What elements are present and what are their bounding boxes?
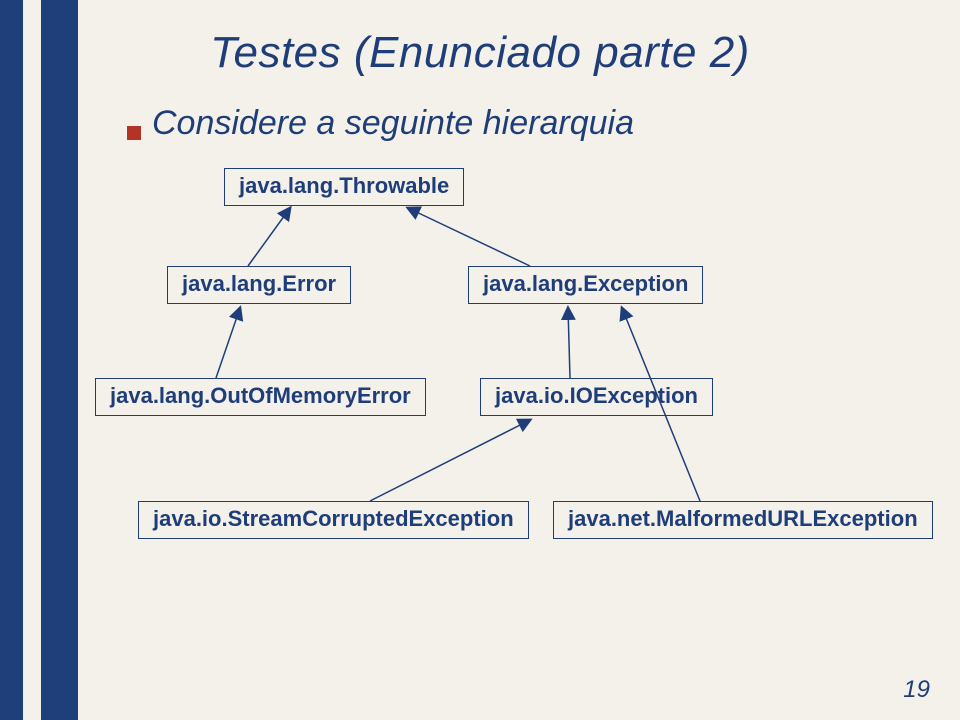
node-throwable: java.lang.Throwable	[224, 168, 464, 206]
page-number: 19	[903, 676, 930, 704]
node-malformedurlexception: java.net.MalformedURLException	[553, 501, 933, 539]
slide: Testes (Enunciado parte 2) Considere a s…	[0, 0, 960, 720]
node-error: java.lang.Error	[167, 266, 351, 304]
bullet-icon	[127, 126, 141, 140]
node-exception: java.lang.Exception	[468, 266, 703, 304]
node-outofmemoryerror: java.lang.OutOfMemoryError	[95, 378, 426, 416]
node-streamcorruptedexception: java.io.StreamCorruptedException	[138, 501, 529, 539]
intro-text: Considere a seguinte hierarquia	[152, 104, 634, 143]
left-decorative-bar	[0, 0, 78, 720]
node-ioexception: java.io.IOException	[480, 378, 713, 416]
slide-title: Testes (Enunciado parte 2)	[0, 28, 960, 78]
